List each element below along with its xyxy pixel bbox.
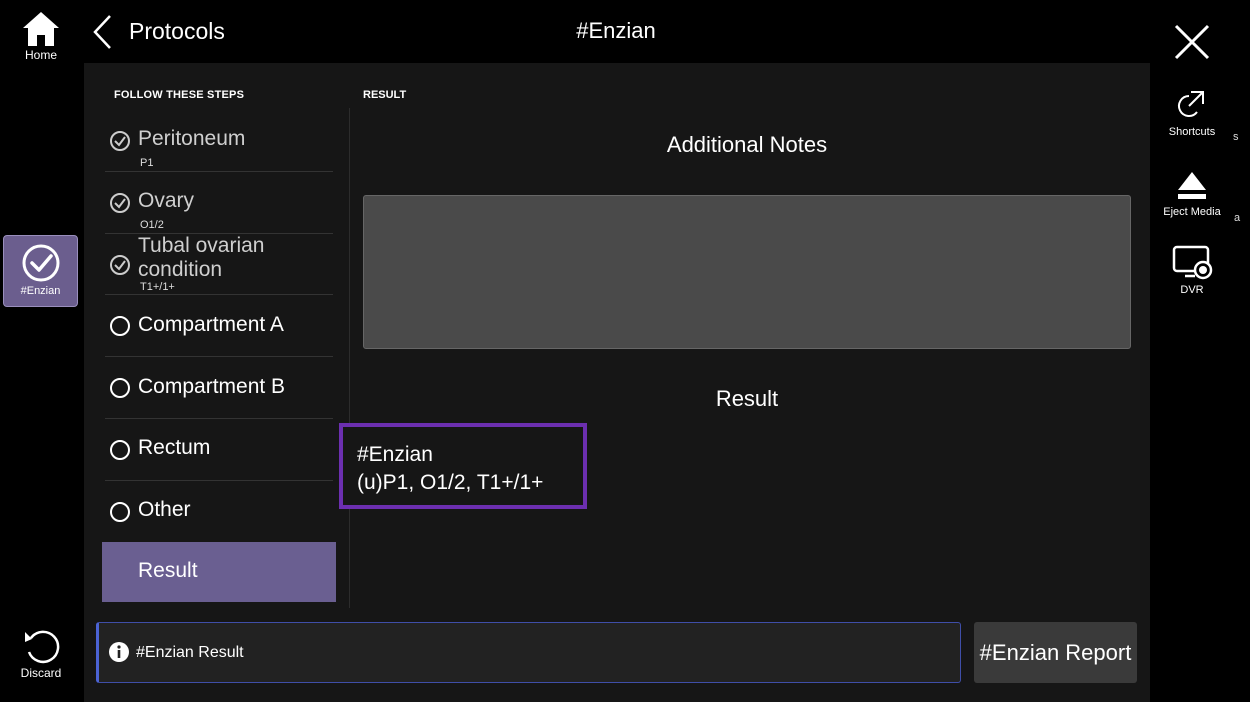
shortcut-arrow-icon (1178, 91, 1204, 117)
result-title: Result (715, 386, 779, 411)
shortcuts-button[interactable]: Shortcuts (1152, 88, 1232, 138)
info-bar: #Enzian Result (96, 622, 961, 683)
result-heading: RESULT (363, 89, 407, 101)
step-rectum[interactable]: Rectum (105, 419, 333, 481)
radio-circle-icon (110, 316, 130, 336)
step-label: Peritoneum (138, 127, 246, 150)
radio-circle-icon (110, 378, 130, 398)
step-label: Compartment B (138, 375, 286, 398)
step-sublabel: O1/2 (140, 219, 164, 231)
step-other[interactable]: Other (105, 481, 333, 543)
additional-notes-title: Additional Notes (666, 132, 828, 157)
step-result[interactable]: Result (102, 542, 336, 602)
step-label: Other (138, 498, 191, 521)
step-label: Ovary (138, 189, 195, 212)
home-label: Home (24, 48, 57, 62)
result-summary-box: #Enzian (u)P1, O1/2, T1+/1+ (339, 423, 587, 509)
discard-button[interactable]: Discard (12, 628, 70, 688)
close-button[interactable] (1170, 20, 1214, 64)
step-tubal-ovarian-condition[interactable]: Tubal ovarian condition T1+/1+ (105, 234, 333, 295)
dvr-icon (1172, 245, 1213, 280)
step-sublabel: P1 (140, 157, 154, 169)
check-circle-icon (110, 193, 130, 213)
radio-circle-icon (110, 440, 130, 460)
step-label-line2: condition (138, 258, 223, 281)
check-circle-icon (22, 244, 59, 282)
steps-heading: FOLLOW THESE STEPS (114, 89, 245, 101)
radio-circle-icon (110, 502, 130, 522)
enzian-report-button[interactable]: #Enzian Report (974, 622, 1137, 683)
eject-media-button[interactable]: Eject Media (1152, 168, 1232, 218)
step-label: Rectum (138, 436, 211, 459)
enzian-label: #Enzian (20, 285, 61, 297)
step-label: Result (138, 559, 198, 582)
step-compartment-a[interactable]: Compartment A (105, 295, 333, 357)
undo-icon (25, 630, 60, 664)
dvr-label: DVR (1180, 284, 1204, 296)
step-label: Tubal ovarian (138, 234, 265, 257)
shortcuts-label: Shortcuts (1168, 126, 1216, 138)
info-text: #Enzian Result (136, 644, 244, 661)
additional-notes-input[interactable] (363, 195, 1131, 349)
close-icon (1174, 24, 1210, 60)
result-line-1: #Enzian (357, 443, 433, 466)
result-line-2: (u)P1, O1/2, T1+/1+ (357, 471, 544, 494)
info-icon (109, 642, 129, 662)
clipped-text: a (1234, 212, 1241, 224)
step-peritoneum[interactable]: Peritoneum P1 (105, 110, 333, 172)
step-label: Compartment A (138, 313, 284, 336)
page-title: #Enzian (576, 18, 656, 43)
step-ovary[interactable]: Ovary O1/2 (105, 172, 333, 234)
check-circle-icon (110, 255, 130, 275)
column-divider (349, 108, 350, 608)
step-sublabel: T1+/1+ (140, 281, 175, 293)
eject-media-label: Eject Media (1163, 206, 1221, 218)
enzian-protocol-button[interactable]: #Enzian (3, 235, 78, 307)
eject-icon (1178, 172, 1206, 199)
discard-label: Discard (20, 666, 62, 680)
clipped-text: s (1233, 131, 1239, 143)
dvr-button[interactable]: DVR (1152, 244, 1232, 296)
step-compartment-b[interactable]: Compartment B (105, 357, 333, 419)
check-circle-icon (110, 131, 130, 151)
